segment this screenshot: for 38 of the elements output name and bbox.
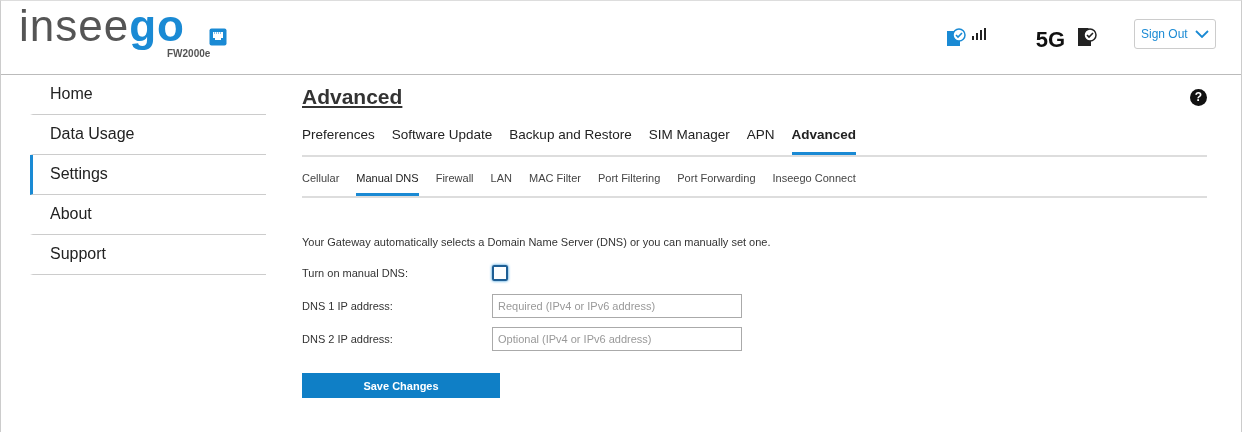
tab[interactable]: Advanced [791,127,857,155]
sidebar-item[interactable]: About [30,195,266,235]
sub-tab[interactable]: Inseego Connect [772,172,856,196]
input-field[interactable]: Required (IPv4 or IPv6 address) [492,293,742,318]
sub-tab[interactable]: MAC Filter [528,172,581,196]
model-name: FW2000e [167,48,211,59]
sidebar-item[interactable]: Data Usage [30,115,266,155]
sub-tab[interactable]: Cellular [302,172,340,196]
sub-tab[interactable]: Manual DNS [356,172,419,196]
chevron-down-icon [1195,30,1209,38]
ethernet-port-icon [209,28,227,46]
sub-tab[interactable]: Port Forwarding [677,172,756,196]
signal-bars-icon [971,28,986,40]
tab[interactable]: Backup and Restore [509,127,632,155]
tab[interactable]: Preferences [302,127,375,155]
field-label: DNS 2 IP address: [302,332,394,345]
network-type: 5G [1035,27,1065,53]
sidebar-item[interactable]: Support [30,235,266,275]
tab[interactable]: APN [746,127,775,155]
sub-tab[interactable]: Port Filtering [597,172,661,196]
checkbox[interactable] [492,264,508,281]
tab[interactable]: SIM Manager [648,127,730,155]
description-text: Your Gateway automatically selects a Domain Name Server (DNS) or you can manually set one. [302,236,772,248]
field-label: Turn on manual DNS: [302,266,409,279]
sidebar-item[interactable]: Settings [30,155,266,195]
tab[interactable]: Software Update [391,127,493,155]
input-field[interactable]: Optional (IPv4 or IPv6 address) [492,326,742,351]
sidebar-item[interactable]: Home [30,75,266,115]
help-button[interactable]: ? [1190,88,1207,106]
sim-check-icon [945,27,968,47]
sub-tab[interactable]: LAN [490,172,512,196]
save-changes-button[interactable]: Save Changes [302,373,500,398]
sign-out-button[interactable]: Sign Out [1134,19,1216,49]
sim-check-icon [1077,27,1099,47]
inseego-logo: inseego [19,1,185,50]
field-label: DNS 1 IP address: [302,299,394,312]
page-title: Advanced [302,85,403,109]
sub-tab[interactable]: Firewall [435,172,474,196]
